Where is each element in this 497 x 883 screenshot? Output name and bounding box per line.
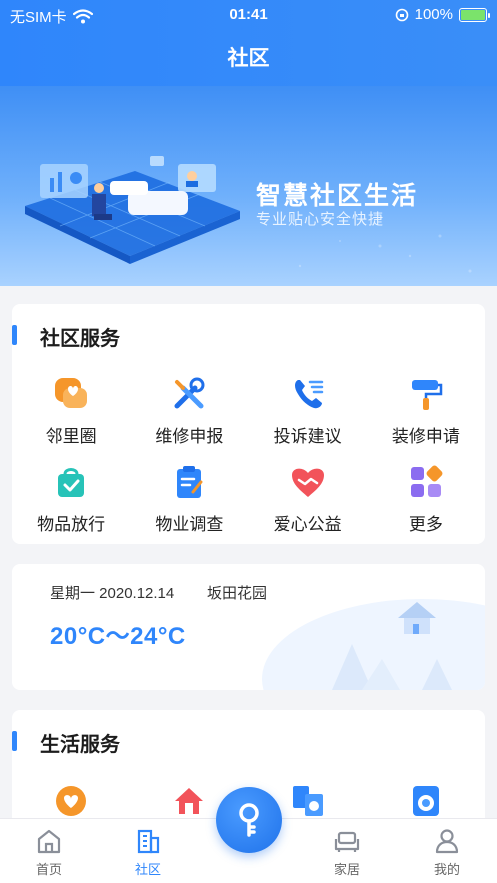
banner-title: 智慧社区生活 <box>256 182 419 210</box>
banner-illustration <box>25 156 472 273</box>
banner-subtitle: 专业贴心安全快捷 <box>256 211 385 228</box>
top-bar: 无SIM卡 01:41 100% 社区 <box>0 0 497 86</box>
section-title: 生活服务 <box>40 734 120 756</box>
tools-icon <box>169 374 209 414</box>
tab-label: 我的 <box>433 862 460 877</box>
service-survey[interactable]: 物业调查 <box>130 462 248 538</box>
sofa-icon <box>334 831 360 852</box>
handshake-heart-icon <box>288 462 328 502</box>
clipboard-icon <box>169 462 209 502</box>
user-icon <box>435 829 459 854</box>
tab-profile[interactable]: 我的 <box>412 827 482 878</box>
service-label: 装修申请 <box>391 427 460 446</box>
building-icon <box>137 829 160 854</box>
tab-community[interactable]: 社区 <box>113 827 183 878</box>
paint-roller-icon <box>406 374 446 414</box>
service-label: 邻里圈 <box>45 427 97 446</box>
status-right: 100% <box>395 6 490 23</box>
tab-home-furnishing[interactable]: 家居 <box>312 827 382 878</box>
chat-heart-icon <box>51 374 91 414</box>
service-charity[interactable]: 爱心公益 <box>249 462 367 538</box>
orientation-lock-icon <box>395 8 408 21</box>
key-button[interactable] <box>216 787 282 853</box>
house-icon[interactable] <box>170 782 208 820</box>
tab-label: 首页 <box>35 862 62 877</box>
section-accent-bar <box>12 325 17 345</box>
service-label: 物品放行 <box>37 515 106 534</box>
bag-check-icon <box>51 462 91 502</box>
service-item-release[interactable]: 物品放行 <box>12 462 130 538</box>
section-header: 生活服务 <box>12 710 485 770</box>
key-icon <box>239 803 259 837</box>
section-accent-bar <box>12 731 17 751</box>
service-label: 物业调查 <box>155 515 224 534</box>
heart-badge-icon[interactable] <box>52 782 90 820</box>
tab-label: 家居 <box>333 862 360 877</box>
services-grid: 邻里圈 维修申报 投诉建议 装修申请 物品放行 物业调查 爱心公益 更多 <box>12 374 485 538</box>
service-repair[interactable]: 维修申报 <box>130 374 248 450</box>
community-services-card: 社区服务 邻里圈 维修申报 投诉建议 装修申请 物品放行 物业调查 爱心公益 更… <box>12 304 485 544</box>
washer-pair-icon[interactable] <box>289 782 327 820</box>
phone-icon <box>288 374 328 414</box>
section-header: 社区服务 <box>12 304 485 364</box>
weather-temperature: 20°C～24°C <box>50 623 186 650</box>
washing-machine-icon[interactable] <box>407 782 445 820</box>
service-label: 爱心公益 <box>273 515 342 534</box>
battery-percent: 100% <box>414 6 453 23</box>
tab-label: 社区 <box>134 862 161 877</box>
service-label: 维修申报 <box>155 427 224 446</box>
service-label: 投诉建议 <box>273 427 342 446</box>
service-renovation[interactable]: 装修申请 <box>367 374 485 450</box>
weather-card: 星期一 2020.12.14 坂田花园 20°C～24°C <box>12 564 485 690</box>
status-bar: 无SIM卡 01:41 100% <box>0 0 497 30</box>
service-more[interactable]: 更多 <box>367 462 485 538</box>
service-complaint[interactable]: 投诉建议 <box>249 374 367 450</box>
banner[interactable]: 智慧社区生活 专业贴心安全快捷 <box>0 86 497 286</box>
tab-home[interactable]: 首页 <box>14 827 84 878</box>
battery-icon <box>459 7 490 22</box>
service-label: 更多 <box>408 515 443 534</box>
apps-icon <box>406 462 446 502</box>
weather-location: 坂田花园 <box>207 585 268 602</box>
section-title: 社区服务 <box>40 328 120 350</box>
service-neighborhood[interactable]: 邻里圈 <box>12 374 130 450</box>
home-icon <box>37 829 61 854</box>
page-title: 社区 <box>227 47 270 70</box>
weather-date: 星期一 2020.12.14 <box>50 585 175 602</box>
